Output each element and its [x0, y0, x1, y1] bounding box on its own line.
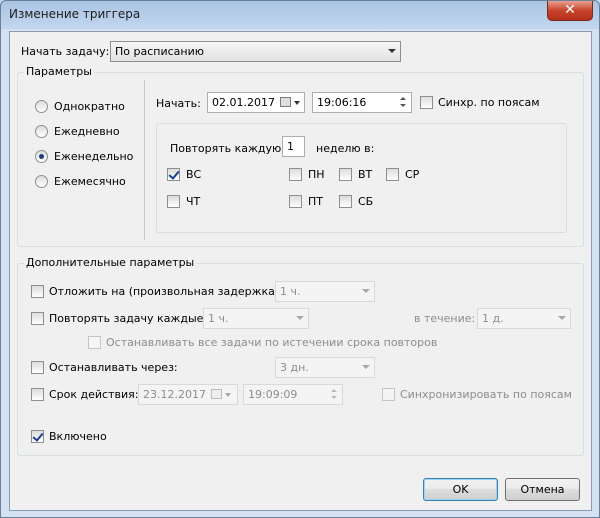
cancel-button[interactable]: Отмена	[505, 478, 580, 501]
enabled-label: Включено	[49, 430, 107, 443]
delay-value: 1 ч.	[280, 285, 301, 298]
delay-combo[interactable]: 1 ч.	[275, 281, 375, 302]
day-sat-checkbox[interactable]	[339, 195, 352, 208]
stop-all-label: Останавливать все задачи по истечении ср…	[106, 336, 438, 349]
spin-down-icon	[400, 104, 406, 107]
spin-arrows-icon[interactable]	[397, 94, 410, 111]
chevron-down-icon	[294, 101, 300, 105]
stop-all-checkbox[interactable]	[88, 336, 101, 349]
begin-task-label: Начать задачу:	[21, 45, 110, 58]
radio-monthly[interactable]	[35, 175, 48, 188]
chevron-down-icon	[388, 49, 396, 53]
spin-up-icon	[331, 389, 337, 392]
start-label: Начать:	[156, 97, 201, 110]
expire-label: Срок действия:	[49, 388, 139, 401]
enabled-checkbox[interactable]	[31, 430, 44, 443]
repeat-task-checkbox[interactable]	[31, 312, 44, 325]
params-splitter	[144, 80, 145, 240]
advanced-group-title: Дополнительные параметры	[24, 256, 197, 269]
day-sat-label: СБ	[358, 195, 374, 208]
begin-task-combo[interactable]: По расписанию	[110, 41, 401, 62]
delay-checkbox[interactable]	[31, 285, 44, 298]
day-fri-checkbox[interactable]	[289, 195, 302, 208]
expire-sync-checkbox[interactable]	[382, 388, 395, 401]
start-date-value: 02.01.2017	[212, 96, 275, 109]
start-time-spinner[interactable]: 19:06:16	[312, 92, 412, 113]
repeat-task-value: 1 ч.	[208, 312, 229, 325]
repeat-task-label: Повторять задачу каждые:	[49, 312, 208, 325]
day-wed-label: СР	[405, 168, 420, 181]
radio-monthly-label: Ежемесячно	[54, 175, 126, 188]
expire-date-value: 23.12.2017	[143, 388, 206, 401]
delay-label: Отложить на (произвольная задержка):	[49, 285, 283, 298]
calendar-icon	[280, 97, 291, 107]
day-mon-checkbox[interactable]	[289, 168, 302, 181]
radio-daily-label: Ежедневно	[54, 125, 120, 138]
params-group-title: Параметры	[24, 65, 94, 78]
window-title: Изменение триггера	[9, 7, 141, 21]
day-sun-checkbox[interactable]	[167, 168, 180, 181]
dialog-client: Начать задачу: По расписанию Параметры О…	[9, 31, 592, 511]
repeat-task-combo[interactable]: 1 ч.	[203, 308, 309, 329]
radio-weekly[interactable]	[35, 150, 48, 163]
during-combo[interactable]: 1 д.	[477, 308, 571, 329]
start-date-picker[interactable]: 02.01.2017	[207, 92, 305, 113]
sync-timezones-checkbox[interactable]	[420, 96, 433, 109]
begin-task-value: По расписанию	[115, 45, 204, 58]
day-thu-label: ЧТ	[186, 195, 201, 208]
chevron-down-icon	[296, 316, 304, 320]
radio-once[interactable]	[35, 100, 48, 113]
close-icon: ✕	[564, 2, 576, 18]
chevron-down-icon	[225, 393, 231, 397]
repeat-every-label: Повторять каждую	[170, 142, 282, 155]
ok-button[interactable]: OK	[423, 478, 498, 501]
day-thu-checkbox[interactable]	[167, 195, 180, 208]
during-label: в течение:	[414, 312, 476, 325]
expire-sync-label: Синхронизировать по поясам	[400, 388, 572, 401]
stop-after-checkbox[interactable]	[31, 361, 44, 374]
expire-date-picker[interactable]: 23.12.2017	[138, 384, 238, 405]
during-value: 1 д.	[482, 312, 504, 325]
repeat-weeks-input[interactable]: 1	[282, 136, 305, 157]
spin-up-icon	[400, 97, 406, 100]
stop-after-label: Останавливать через:	[49, 361, 178, 374]
day-wed-checkbox[interactable]	[386, 168, 399, 181]
day-tue-checkbox[interactable]	[339, 168, 352, 181]
chevron-down-icon	[558, 316, 566, 320]
expire-checkbox[interactable]	[31, 388, 44, 401]
calendar-icon	[211, 389, 222, 399]
radio-once-label: Однократно	[54, 100, 125, 113]
stop-after-combo[interactable]: 3 дн.	[275, 357, 375, 378]
day-tue-label: ВТ	[358, 168, 373, 181]
spin-arrows-icon[interactable]	[328, 386, 341, 403]
chevron-down-icon	[362, 289, 370, 293]
repeat-weeks-value: 1	[287, 140, 294, 153]
chevron-down-icon	[362, 365, 370, 369]
close-button[interactable]: ✕	[547, 1, 593, 21]
expire-time-value: 19:09:09	[248, 388, 298, 401]
day-fri-label: ПТ	[308, 195, 323, 208]
week-on-label: неделю в:	[316, 142, 375, 155]
radio-daily[interactable]	[35, 125, 48, 138]
start-time-value: 19:06:16	[317, 96, 367, 109]
day-sun-label: ВС	[186, 168, 202, 181]
dialog-window: Изменение триггера ✕ Начать задачу: По р…	[0, 0, 600, 518]
radio-weekly-label: Еженедельно	[54, 150, 134, 163]
day-mon-label: ПН	[308, 168, 325, 181]
spin-down-icon	[331, 396, 337, 399]
stop-after-value: 3 дн.	[280, 361, 309, 374]
sync-timezones-label: Синхр. по поясам	[438, 96, 540, 109]
expire-time-spinner[interactable]: 19:09:09	[243, 384, 343, 405]
